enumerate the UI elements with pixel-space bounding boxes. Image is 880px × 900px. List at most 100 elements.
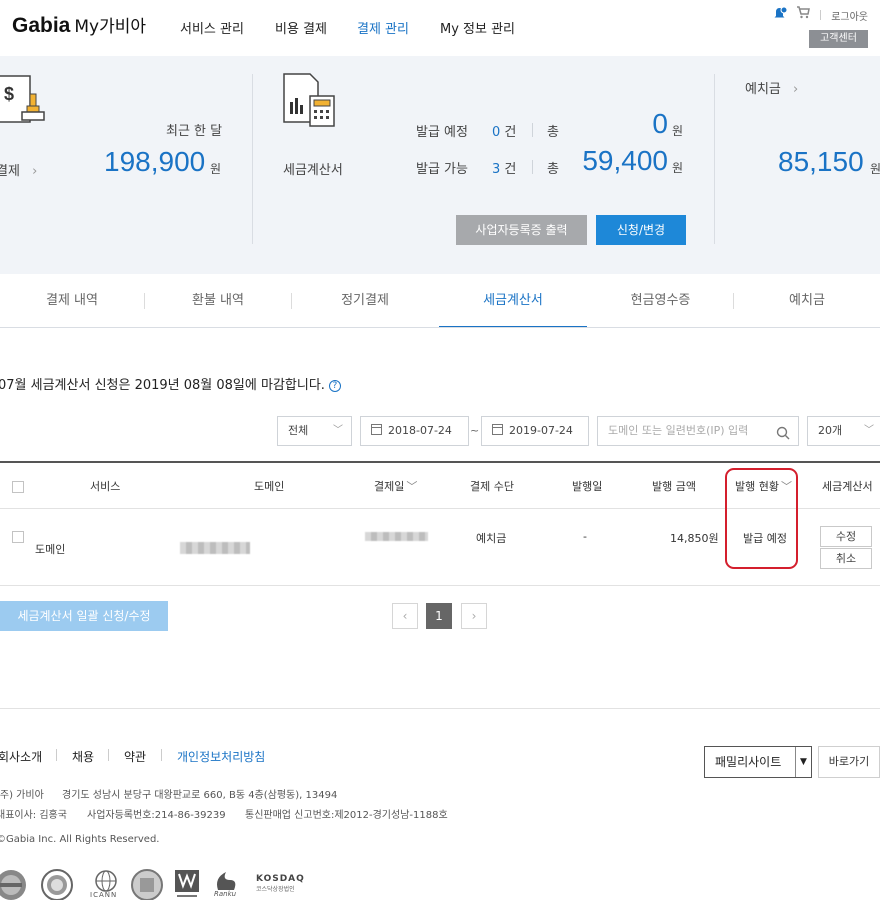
- row-issue-date: -: [583, 530, 587, 543]
- col-payment-method: 결제 수단: [470, 480, 514, 493]
- ranku-text: Ranku: [214, 890, 237, 898]
- tab-refund-history[interactable]: 환불 내역: [145, 274, 291, 328]
- tab-recurring-payment[interactable]: 정기결제: [292, 274, 438, 328]
- footer-divider: [0, 708, 880, 709]
- cancel-button[interactable]: 취소: [820, 548, 872, 569]
- payment-recent-label: 최근 한 달: [166, 124, 223, 139]
- row-pay-date-redacted: [365, 532, 428, 541]
- bulk-apply-button[interactable]: 세금계산서 일괄 신청/수정: [0, 601, 168, 631]
- nav-my-info[interactable]: My 정보 관리: [440, 18, 515, 37]
- tax-row1-unit: 원: [672, 124, 684, 138]
- deadline-notice-text: 07월 세금계산서 신청은 2019년 08월 08일에 마감합니다.: [0, 378, 325, 393]
- tab-deposit[interactable]: 예치금: [734, 274, 880, 328]
- table-row-border: [0, 585, 880, 586]
- footer-link-company[interactable]: 회사소개: [0, 748, 42, 765]
- col-service: 서비스: [90, 480, 121, 493]
- payment-link[interactable]: 결제 ›: [0, 160, 37, 179]
- tax-row1-label: 발급 예정: [416, 125, 468, 140]
- status-highlight-box: [725, 468, 798, 569]
- type-select[interactable]: 전체 ﹀: [277, 416, 352, 446]
- footer-link-privacy[interactable]: 개인정보처리방침: [177, 748, 265, 765]
- table-top-border: [0, 461, 880, 463]
- footer-link-divider: [56, 749, 57, 761]
- footer-ceo: 대표이사: 김홍국: [0, 810, 67, 821]
- deadline-notice: 07월 세금계산서 신청은 2019년 08월 08일에 마감합니다.?: [0, 374, 341, 393]
- isms-seal-icon: [40, 868, 74, 900]
- tax-row1-amount: 0: [652, 108, 668, 139]
- footer-link-terms[interactable]: 약관: [124, 748, 146, 765]
- web-award-logo: [174, 868, 200, 900]
- footer-mail-order-number: 통신판매업 신고번호:제2012-경기성남-1188호: [245, 810, 448, 821]
- search-icon[interactable]: [776, 423, 790, 451]
- apply-change-button[interactable]: 신청/변경: [596, 215, 686, 245]
- page-1-button[interactable]: 1: [426, 603, 452, 629]
- col-issue-date: 발행일: [572, 480, 603, 493]
- logout-link[interactable]: 로그아웃: [831, 8, 868, 23]
- deposit-link[interactable]: 예치금 ›: [745, 78, 798, 97]
- tax-row1-count: 0 건: [492, 125, 517, 140]
- print-business-registration-button[interactable]: 사업자등록증 출력: [456, 215, 587, 245]
- footer-company-name: (주) 가비아: [0, 790, 44, 801]
- summary-divider: [252, 74, 253, 244]
- kosdaq-subtext: 코스닥상장법인: [256, 886, 295, 893]
- nav-payment-management[interactable]: 결제 관리: [357, 18, 409, 37]
- family-site-select[interactable]: 패밀리사이트 ▼: [704, 746, 812, 778]
- logo-sub: My가비아: [74, 17, 147, 37]
- next-page-button[interactable]: ›: [461, 603, 487, 629]
- edit-button[interactable]: 수정: [820, 526, 872, 547]
- date-from-field[interactable]: 2018-07-24: [360, 416, 469, 446]
- chevron-down-icon: ﹀: [864, 425, 874, 436]
- date-to-value: 2019-07-24: [509, 424, 573, 437]
- tax-row1-divider: [532, 123, 533, 137]
- tax-row2-label: 발급 가능: [416, 162, 468, 177]
- tax-row2-total-label: 총: [547, 162, 559, 177]
- tax-row2-divider: [532, 160, 533, 174]
- icann-text: ICANN: [90, 891, 118, 899]
- family-site-value: 패밀리사이트: [715, 755, 782, 769]
- tab-tax-invoice[interactable]: 세금계산서: [439, 274, 587, 328]
- page-size-value: 20개: [818, 424, 843, 437]
- chevron-down-icon: ﹀: [333, 425, 343, 436]
- deposit-label: 예치금: [745, 82, 781, 97]
- col-tax-invoice: 세금계산서: [822, 480, 873, 493]
- logo-brand: Gabia: [12, 14, 71, 37]
- summary-divider: [714, 74, 715, 244]
- header-divider: [820, 10, 821, 20]
- select-all-checkbox[interactable]: [12, 481, 24, 493]
- tax-row2-unit: 원: [672, 161, 684, 175]
- chevron-down-icon: ﹀: [406, 480, 418, 493]
- tab-payment-history[interactable]: 결제 내역: [0, 274, 144, 328]
- col-pay-date-sort[interactable]: 결제일 ﹀: [374, 478, 417, 494]
- col-domain: 도메인: [254, 480, 285, 493]
- row-domain-redacted: [180, 542, 250, 554]
- search-input[interactable]: 도메인 또는 일련번호(IP) 입력: [597, 416, 799, 446]
- col-issue-amount: 발행 금액: [652, 480, 696, 493]
- svg-text:$: $: [4, 84, 14, 104]
- site-logo[interactable]: Gabia My가비아: [12, 12, 146, 38]
- money-stamp-icon: $: [0, 74, 50, 130]
- cart-icon[interactable]: [796, 6, 810, 23]
- payment-unit: 원: [210, 162, 222, 176]
- customer-center-button[interactable]: 고객센터: [809, 30, 868, 48]
- deposit-amount: 85,150: [778, 146, 864, 177]
- date-to-field[interactable]: 2019-07-24: [481, 416, 589, 446]
- go-button[interactable]: 바로가기: [818, 746, 880, 778]
- bell-icon[interactable]: [772, 6, 788, 24]
- col-pay-date-label: 결제일: [374, 480, 405, 493]
- prev-page-button[interactable]: ‹: [392, 603, 418, 629]
- nav-service-management[interactable]: 서비스 관리: [180, 18, 244, 37]
- nav-billing[interactable]: 비용 결제: [275, 18, 327, 37]
- tab-cash-receipt[interactable]: 현금영수증: [588, 274, 733, 328]
- tax-row2-count: 3 건: [492, 162, 517, 177]
- row-checkbox[interactable]: [12, 531, 24, 543]
- tax-row2-amount: 59,400: [582, 145, 668, 176]
- type-select-value: 전체: [288, 424, 309, 437]
- footer-link-careers[interactable]: 채용: [72, 748, 94, 765]
- help-icon[interactable]: ?: [328, 380, 341, 392]
- payment-amount: 198,900: [104, 146, 206, 177]
- tax-invoice-icon: [282, 72, 338, 131]
- page-size-select[interactable]: 20개 ﹀: [807, 416, 880, 446]
- footer-copyright: ©Gabia Inc. All Rights Reserved.: [0, 834, 160, 845]
- date-from-value: 2018-07-24: [388, 424, 452, 437]
- chevron-down-icon: ▼: [795, 747, 811, 777]
